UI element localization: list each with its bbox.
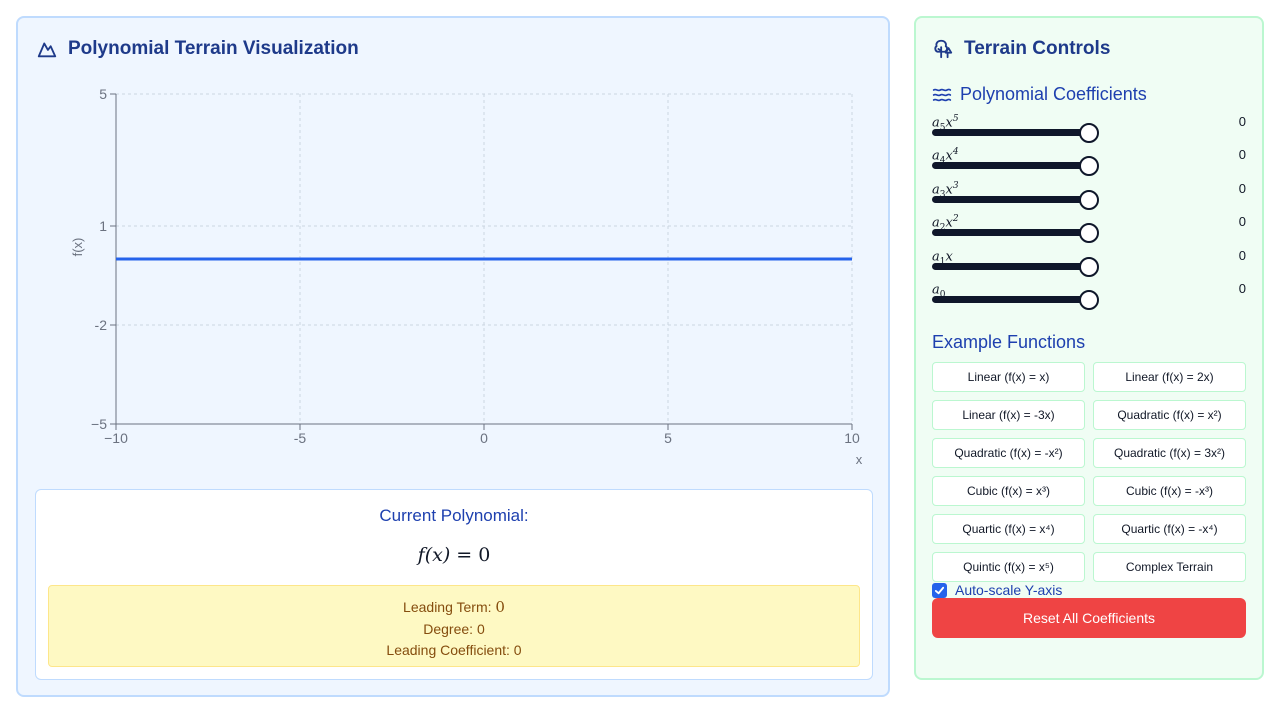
x-tick-label: 5	[664, 430, 672, 446]
example-function-button[interactable]: Quintic (f(x) = x⁵)	[932, 552, 1085, 582]
x-tick-label: 0	[480, 430, 488, 446]
current-polynomial-card: Current Polynomial: f(x) = 0 Leading Ter…	[35, 489, 873, 680]
coefficient-row-a1: a1x 0	[932, 248, 1246, 282]
app-root: Polynomial Terrain Visualization −10 -5 0 5…	[0, 0, 1280, 713]
controls-title: Terrain Controls	[932, 38, 1110, 60]
coefficients-heading-text: Polynomial Coefficients	[960, 84, 1147, 104]
leading-term-value: 0	[495, 598, 505, 616]
example-function-button[interactable]: Cubic (f(x) = -x³)	[1093, 476, 1246, 506]
slider-fill	[932, 162, 1089, 169]
coefficient-label-exp: 3	[952, 181, 959, 191]
example-function-button[interactable]: Cubic (f(x) = x³)	[932, 476, 1085, 506]
example-function-button[interactable]: Linear (f(x) = x)	[932, 362, 1085, 392]
reset-coefficients-button[interactable]: Reset All Coefficients	[932, 598, 1246, 638]
coefficient-label-exp: 2	[952, 214, 959, 224]
degree-value: 0	[476, 620, 485, 637]
slider-thumb[interactable]	[1079, 190, 1099, 210]
slider-fill	[932, 129, 1089, 136]
slider-thumb[interactable]	[1079, 223, 1099, 243]
coefficient-value: 0	[1238, 181, 1246, 196]
slider-thumb[interactable]	[1079, 257, 1099, 277]
autoscale-label: Auto-scale Y-axis	[955, 582, 1063, 598]
coefficient-slider[interactable]	[932, 257, 1246, 277]
degree-line: Degree: 0	[49, 619, 859, 641]
coefficient-row-a5: a5x5 0	[932, 114, 1246, 148]
autoscale-option[interactable]: Auto-scale Y-axis	[932, 582, 1062, 598]
example-function-button[interactable]: Quartic (f(x) = -x⁴)	[1093, 514, 1246, 544]
leading-coefficient-label: Leading Coefficient:	[386, 642, 514, 658]
example-function-button[interactable]: Linear (f(x) = -3x)	[932, 400, 1085, 430]
controls-title-text: Terrain Controls	[964, 38, 1111, 59]
coefficient-slider[interactable]	[932, 156, 1246, 176]
leading-term-line: Leading Term: 0	[49, 597, 859, 619]
x-tick-label: 10	[844, 430, 860, 446]
coefficient-value: 0	[1238, 147, 1246, 162]
formula-rhs: 0	[478, 544, 491, 566]
degree-label: Degree:	[423, 620, 477, 637]
coefficient-row-a3: a3x3 0	[932, 181, 1246, 215]
visualization-title: Polynomial Terrain Visualization	[36, 38, 359, 60]
polynomial-chart: −10 -5 0 5 10 −5 -2 1 5 x f(x)	[70, 86, 862, 467]
slider-thumb[interactable]	[1079, 290, 1099, 310]
example-function-button[interactable]: Quadratic (f(x) = -x²)	[932, 438, 1085, 468]
coefficient-row-a2: a2x2 0	[932, 214, 1246, 248]
y-axis-label: f(x)	[70, 238, 85, 257]
coefficient-value: 0	[1238, 114, 1246, 129]
current-polynomial-heading: Current Polynomial:	[379, 506, 529, 525]
x-tick-label: -5	[294, 430, 307, 446]
slider-fill	[932, 196, 1089, 203]
coefficients-heading: Polynomial Coefficients	[932, 84, 1147, 105]
slider-fill	[932, 229, 1089, 236]
coefficient-label-exp: 5	[952, 114, 959, 124]
coefficient-slider[interactable]	[932, 123, 1246, 143]
y-tick-label: -2	[95, 317, 108, 333]
x-tick-label: −10	[104, 430, 128, 446]
polynomial-formula: f(x) = 0	[36, 544, 872, 566]
y-tick-label: 5	[99, 86, 107, 102]
leading-coefficient-value: 0	[513, 642, 522, 658]
example-function-button[interactable]: Quartic (f(x) = x⁴)	[932, 514, 1085, 544]
coefficient-slider[interactable]	[932, 223, 1246, 243]
example-functions-grid: Linear (f(x) = x) Linear (f(x) = 2x) Linea…	[932, 362, 1246, 582]
trees-icon	[934, 39, 953, 59]
example-function-button[interactable]: Linear (f(x) = 2x)	[1093, 362, 1246, 392]
example-function-button[interactable]: Quadratic (f(x) = 3x²)	[1093, 438, 1246, 468]
coefficient-value: 0	[1238, 281, 1246, 296]
waves-icon	[932, 88, 952, 101]
autoscale-checkbox[interactable]	[932, 582, 947, 598]
coefficient-slider[interactable]	[932, 190, 1246, 210]
y-tick-label: −5	[91, 416, 107, 432]
visualization-title-text: Polynomial Terrain Visualization	[68, 38, 359, 59]
slider-fill	[932, 263, 1089, 270]
leading-coefficient-line: Leading Coefficient: 0	[49, 640, 859, 662]
slider-fill	[932, 296, 1089, 303]
coefficient-value: 0	[1238, 214, 1246, 229]
coefficient-row-a0: a0 0	[932, 281, 1246, 315]
x-axis-label: x	[856, 452, 862, 467]
coefficient-row-a4: a4x4 0	[932, 147, 1246, 181]
coefficient-value: 0	[1238, 248, 1246, 263]
examples-heading: Example Functions	[932, 332, 1086, 352]
y-tick-label: 1	[99, 218, 107, 234]
example-function-button[interactable]: Complex Terrain	[1093, 552, 1246, 582]
formula-equals: =	[450, 544, 479, 566]
check-icon	[934, 586, 945, 594]
slider-thumb[interactable]	[1079, 156, 1099, 176]
leading-term-label: Leading Term:	[403, 599, 496, 615]
formula-lhs: f(x)	[417, 544, 451, 566]
mountain-icon	[37, 42, 57, 58]
example-function-button[interactable]: Quadratic (f(x) = x²)	[1093, 400, 1246, 430]
coefficient-slider[interactable]	[932, 290, 1246, 310]
polynomial-info-box: Leading Term: 0 Degree: 0 Leading Coeffi…	[48, 585, 860, 667]
visualization-panel: Polynomial Terrain Visualization −10 -5 0 5…	[16, 16, 890, 697]
slider-thumb[interactable]	[1079, 123, 1099, 143]
coefficient-label-exp: 4	[952, 147, 959, 157]
terrain-controls-panel: Terrain Controls Polynomial Coefficients…	[914, 16, 1264, 680]
